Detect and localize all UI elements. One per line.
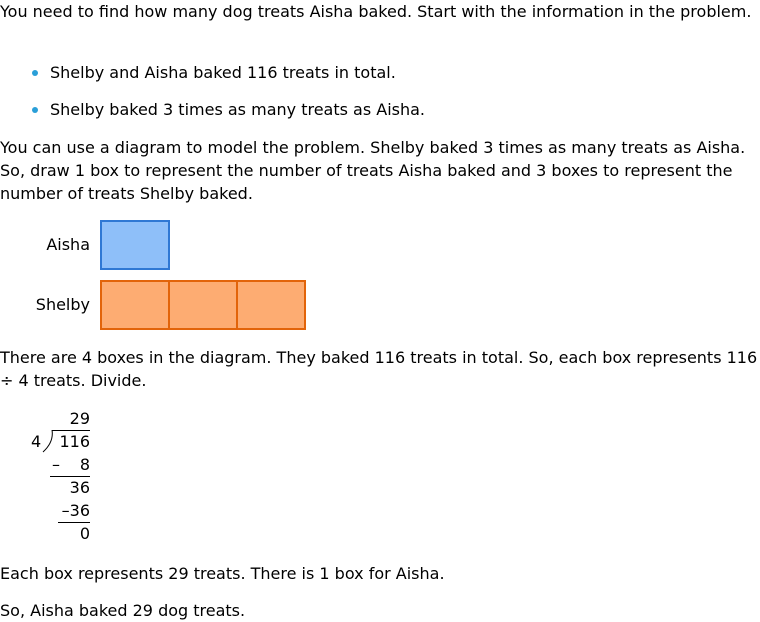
shelby-box <box>168 280 238 330</box>
aisha-label: Aisha <box>46 235 90 254</box>
remainder-step-1: 36 <box>69 478 90 497</box>
intro-text: You need to find how many dog treats Ais… <box>0 2 752 21</box>
diagram-intro-text: You can use a diagram to model the probl… <box>0 138 746 203</box>
subtract-step-1: 8 <box>79 455 90 474</box>
quotient: 29 <box>69 409 90 428</box>
result-text-1: Each box represents 29 treats. There is … <box>0 564 445 583</box>
final-remainder: 0 <box>79 524 90 543</box>
subtract-step-2: –36 <box>61 501 90 520</box>
bullet-dot-icon <box>32 107 38 113</box>
shelby-box <box>236 280 306 330</box>
shelby-label: Shelby <box>35 295 90 314</box>
dividend: 116 <box>59 432 90 451</box>
result-text-2: So, Aisha baked 29 dog treats. <box>0 601 246 620</box>
division-intro-text: There are 4 boxes in the diagram. They b… <box>0 348 758 390</box>
shelby-box <box>100 280 170 330</box>
bullet-dot-icon <box>32 70 38 76</box>
aisha-box <box>100 220 170 270</box>
bullet-text: Shelby and Aisha baked 116 treats in tot… <box>50 63 396 82</box>
bullet-text: Shelby baked 3 times as many treats as A… <box>50 100 426 119</box>
